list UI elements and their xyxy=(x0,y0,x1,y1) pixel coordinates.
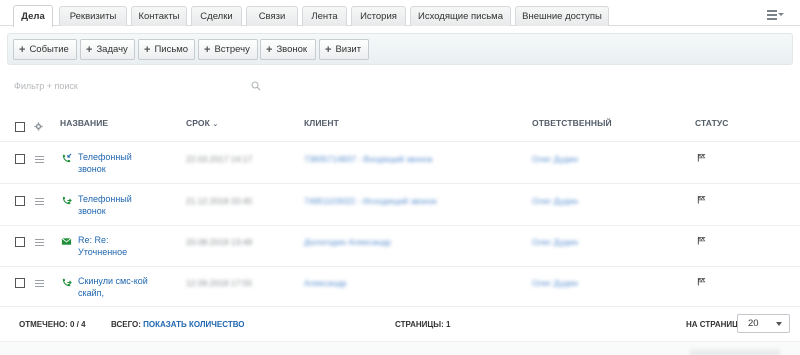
client-link[interactable]: 73835714837 - Входящий звонок xyxy=(304,154,432,164)
page-number-link[interactable]: 1 xyxy=(446,320,450,329)
client-link[interactable]: Дологодин Александр xyxy=(304,237,391,247)
tab-label: Дела xyxy=(21,11,45,22)
selected-value: 0 / 4 xyxy=(69,320,86,329)
add-visit-button[interactable]: + Визит xyxy=(319,39,369,60)
gear-icon[interactable] xyxy=(34,122,43,131)
add-meeting-button[interactable]: + Встречу xyxy=(198,39,258,60)
activity-title-link[interactable]: Телефонный звонок xyxy=(78,152,158,175)
tab-external-access[interactable]: Внешние доступы xyxy=(515,6,609,26)
tab-history[interactable]: История xyxy=(351,6,406,26)
responsible-link[interactable]: Олег Дудин xyxy=(532,237,578,247)
plus-icon: + xyxy=(144,43,151,56)
flag-icon[interactable] xyxy=(697,236,706,245)
flag-icon[interactable] xyxy=(697,153,706,162)
tab-links[interactable]: Связи xyxy=(246,6,298,26)
activity-title-link[interactable]: Скинули смс-кой скайп, xyxy=(78,276,153,299)
plus-icon: + xyxy=(204,43,211,56)
footer-strip xyxy=(0,341,800,355)
row-checkbox[interactable] xyxy=(15,237,25,247)
column-responsible[interactable]: ОТВЕТСТВЕННЫЙ xyxy=(532,118,612,128)
sort-chevron-down-icon: ⌄ xyxy=(212,121,219,128)
row-checkbox[interactable] xyxy=(15,196,25,206)
column-status[interactable]: СТАТУС xyxy=(695,118,729,128)
drag-handle-icon[interactable] xyxy=(35,239,44,246)
outgoing-call-icon xyxy=(62,278,72,287)
per-page-select[interactable]: 20 xyxy=(737,314,790,333)
column-client[interactable]: КЛИЕНТ xyxy=(304,118,339,128)
client-link[interactable]: 74951103022 - Исходящий звонок xyxy=(304,196,437,206)
add-event-button[interactable]: + Событие xyxy=(13,39,77,60)
responsible-link[interactable]: Олег Дудин xyxy=(532,278,578,288)
tab-label: История xyxy=(360,11,397,22)
row-checkbox[interactable] xyxy=(15,154,25,164)
email-icon xyxy=(61,237,72,245)
tab-dela[interactable]: Дела xyxy=(13,5,53,27)
per-page-value: 20 xyxy=(748,318,759,329)
responsible-link[interactable]: Олег Дудин xyxy=(532,154,578,164)
drag-handle-icon[interactable] xyxy=(35,198,44,205)
column-deadline[interactable]: СРОК ⌄ xyxy=(186,118,218,128)
column-deadline-label: СРОК xyxy=(186,118,210,128)
tabs-menu-icon[interactable] xyxy=(767,10,785,20)
select-all-checkbox[interactable] xyxy=(15,122,25,132)
pages-info: СТРАНИЦЫ: 1 xyxy=(395,320,450,329)
tab-label: Реквизиты xyxy=(69,11,117,22)
activity-title-link[interactable]: Re: Re: Уточненное xyxy=(78,235,148,258)
pages-label: СТРАНИЦЫ: xyxy=(395,320,444,329)
plus-icon: + xyxy=(19,43,26,56)
chevron-down-icon xyxy=(776,322,782,326)
selected-count: ОТМЕЧЕНО: 0 / 4 xyxy=(19,320,86,329)
action-toolbar: + Событие + Задачу + Письмо + Встречу + Звоно… xyxy=(7,33,793,65)
total-count: ВСЕГО: ПОКАЗАТЬ КОЛИЧЕСТВО xyxy=(111,320,245,329)
outgoing-call-icon xyxy=(62,196,72,205)
flag-icon[interactable] xyxy=(697,195,706,204)
tab-label: Лента xyxy=(311,11,338,22)
plus-icon: + xyxy=(266,43,273,56)
button-label: Событие xyxy=(29,44,69,55)
tab-label: Сделки xyxy=(200,11,233,22)
tab-bar: Дела Реквизиты Контакты Сделки Связи Лен… xyxy=(0,0,800,27)
deadline-cell: 21.12.2018 20:45 xyxy=(186,196,253,206)
deadline-cell: 12.09.2018 17:55 xyxy=(186,278,253,288)
column-title[interactable]: НАЗВАНИЕ xyxy=(60,118,108,128)
button-label: Задачу xyxy=(96,44,128,55)
add-call-button[interactable]: + Звонок xyxy=(260,39,316,60)
tab-deals[interactable]: Сделки xyxy=(191,6,242,26)
drag-handle-icon[interactable] xyxy=(35,280,44,287)
search-icon[interactable] xyxy=(251,81,261,91)
add-task-button[interactable]: + Задачу xyxy=(80,39,135,60)
tab-label: Исходящие письма xyxy=(418,11,503,22)
tab-feed[interactable]: Лента xyxy=(302,6,347,26)
button-label: Письмо xyxy=(154,44,189,55)
tab-contacts[interactable]: Контакты xyxy=(131,6,187,26)
deadline-cell: 20.08.2018 13:48 xyxy=(186,237,253,247)
tab-label: Связи xyxy=(258,11,286,22)
blurred-footer-element xyxy=(690,350,780,355)
client-link[interactable]: Александр xyxy=(304,278,347,288)
add-letter-button[interactable]: + Письмо xyxy=(138,39,195,60)
filter-search-input[interactable] xyxy=(14,81,234,91)
responsible-link[interactable]: Олег Дудин xyxy=(532,196,578,206)
show-count-link[interactable]: ПОКАЗАТЬ КОЛИЧЕСТВО xyxy=(143,320,244,329)
button-label: Звонок xyxy=(276,44,308,55)
tab-label: Внешние доступы xyxy=(522,11,602,22)
button-label: Визит xyxy=(335,44,362,55)
plus-icon: + xyxy=(86,43,93,56)
filter-search xyxy=(14,80,264,96)
drag-handle-icon[interactable] xyxy=(35,156,44,163)
row-checkbox[interactable] xyxy=(15,278,25,288)
deadline-cell: 22.03.2017 14:17 xyxy=(186,154,253,164)
selected-label: ОТМЕЧЕНО: xyxy=(19,320,68,329)
tab-outgoing-mail[interactable]: Исходящие письма xyxy=(410,6,511,26)
incoming-call-icon xyxy=(62,153,72,163)
tab-rekvizity[interactable]: Реквизиты xyxy=(59,6,127,26)
activity-title-link[interactable]: Телефонный звонок xyxy=(78,194,158,217)
button-label: Встречу xyxy=(214,44,250,55)
tab-label: Контакты xyxy=(138,11,180,22)
total-label: ВСЕГО: xyxy=(111,320,141,329)
flag-icon[interactable] xyxy=(697,277,706,286)
plus-icon: + xyxy=(325,43,332,56)
